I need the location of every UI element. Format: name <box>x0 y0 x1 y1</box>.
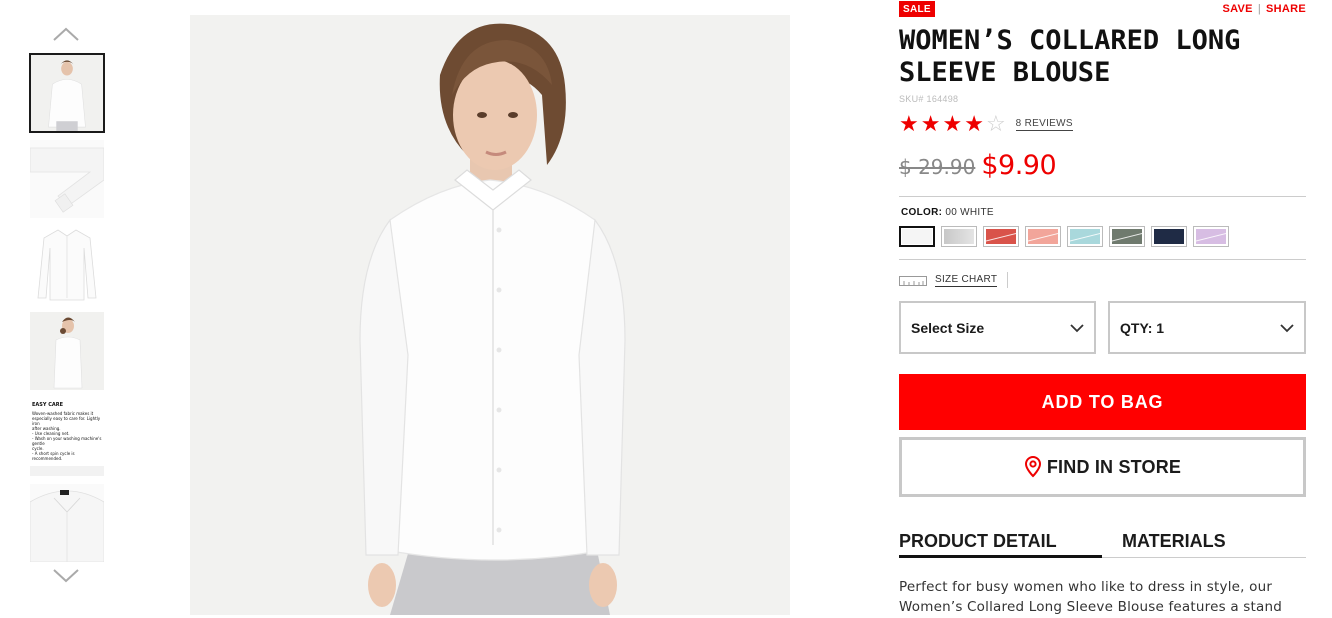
rating-stars: ★ ★ ★ ★ ☆ <box>899 113 1006 135</box>
care-line: - A short spin cycle is recommended. <box>32 451 75 461</box>
swatch-fill <box>986 229 1016 244</box>
divider <box>899 196 1306 197</box>
product-title-line: WOMEN’S COLLARED LONG <box>899 25 1241 56</box>
location-pin-icon <box>1024 456 1041 478</box>
care-card-heading: EASY CARE <box>32 402 64 408</box>
original-price: $ 29.90 <box>899 155 976 179</box>
swatch-light-gray[interactable] <box>941 226 977 247</box>
quantity-select-value: QTY: 1 <box>1120 319 1165 336</box>
divider <box>1007 272 1009 288</box>
swatch-fill <box>1196 229 1226 244</box>
chevron-up-icon[interactable] <box>50 24 82 44</box>
save-share-actions: SAVE | SHARE <box>1222 3 1306 15</box>
star-empty-icon: ☆ <box>985 111 1006 136</box>
swatch-navy[interactable] <box>1151 226 1187 247</box>
size-chart-label: SIZE CHART <box>935 273 998 287</box>
product-title: WOMEN’S COLLARED LONG SLEEVE BLOUSE <box>899 25 1306 89</box>
product-rating: ★ ★ ★ ★ ☆ 8 REVIEWS <box>899 113 1073 135</box>
color-label: COLOR: 00 WHITE <box>901 207 994 218</box>
save-link[interactable]: SAVE <box>1222 3 1252 15</box>
swatch-fill <box>1112 229 1142 244</box>
reviews-link[interactable]: 8 REVIEWS <box>1015 118 1073 131</box>
thumbnail-collar-detail[interactable] <box>30 484 104 562</box>
chevron-down-icon <box>1070 323 1084 332</box>
thumbnail-sleeve-detail[interactable] <box>30 140 104 218</box>
ruler-icon <box>899 276 927 286</box>
product-description: Perfect for busy women who like to dress… <box>899 579 1283 615</box>
tab-product-detail[interactable]: PRODUCT DETAIL <box>899 531 1102 558</box>
swatch-fill <box>1154 229 1184 244</box>
star-filled-icon: ★ <box>942 111 963 136</box>
swatch-light-blue[interactable] <box>1067 226 1103 247</box>
sale-badge: SALE <box>899 1 935 17</box>
swatch-fill <box>944 229 974 244</box>
find-in-store-label: FIND IN STORE <box>1046 456 1182 477</box>
care-card-text: EASY CARE Woven-washed fabric makes it e… <box>30 398 104 466</box>
quantity-select[interactable]: QTY: 1 <box>1108 301 1306 354</box>
product-sku: SKU# 164498 <box>899 94 959 104</box>
star-filled-icon: ★ <box>920 111 941 136</box>
thumbnail-model-front[interactable] <box>29 53 105 133</box>
swatch-red[interactable] <box>983 226 1019 247</box>
product-title-line: SLEEVE BLOUSE <box>899 57 1111 88</box>
thumbnail-flat-front[interactable] <box>30 226 104 304</box>
action-separator: | <box>1257 3 1261 15</box>
main-product-image <box>190 15 790 615</box>
star-filled-icon: ★ <box>964 111 984 136</box>
share-link[interactable]: SHARE <box>1266 3 1306 15</box>
color-swatches <box>899 226 1229 247</box>
size-select-value: Select Size <box>911 319 985 336</box>
swatch-olive[interactable] <box>1109 226 1145 247</box>
product-info-panel: SALE SAVE | SHARE WOMEN’S COLLARED LONG SL… <box>899 0 1306 618</box>
thumbnail-strip: EASY CARE Woven-washed fabric makes it e… <box>28 22 106 618</box>
chevron-down-icon[interactable] <box>50 566 82 586</box>
product-tabs: PRODUCT DETAIL MATERIALS <box>899 531 1306 558</box>
color-label-title: COLOR: <box>901 207 943 218</box>
add-to-bag-button[interactable]: ADD TO BAG <box>899 374 1306 430</box>
swatch-lavender[interactable] <box>1193 226 1229 247</box>
swatch-fill <box>1028 229 1058 244</box>
chevron-down-icon <box>1280 323 1294 332</box>
swatch-fill <box>902 229 932 244</box>
sale-price: $9.90 <box>981 150 1057 181</box>
thumbnail-care-card[interactable]: EASY CARE Woven-washed fabric makes it e… <box>30 398 104 476</box>
star-filled-icon: ★ <box>899 111 919 136</box>
care-line: especially easy to care for. Lightly iro… <box>32 416 101 426</box>
price-row: $ 29.90 $9.90 <box>899 150 1057 181</box>
swatch-pink[interactable] <box>1025 226 1061 247</box>
selected-color-name: 00 WHITE <box>945 207 994 218</box>
divider <box>899 259 1306 260</box>
care-line: - Wash on your washing machine's gentle <box>32 436 102 446</box>
size-select[interactable]: Select Size <box>899 301 1096 354</box>
size-chart-link[interactable]: SIZE CHART <box>899 272 1009 288</box>
thumbnail-model-side[interactable] <box>30 312 104 390</box>
tab-materials[interactable]: MATERIALS <box>1122 531 1226 558</box>
swatch-white[interactable] <box>899 226 935 247</box>
swatch-fill <box>1070 229 1100 244</box>
find-in-store-button[interactable]: FIND IN STORE <box>899 437 1306 497</box>
